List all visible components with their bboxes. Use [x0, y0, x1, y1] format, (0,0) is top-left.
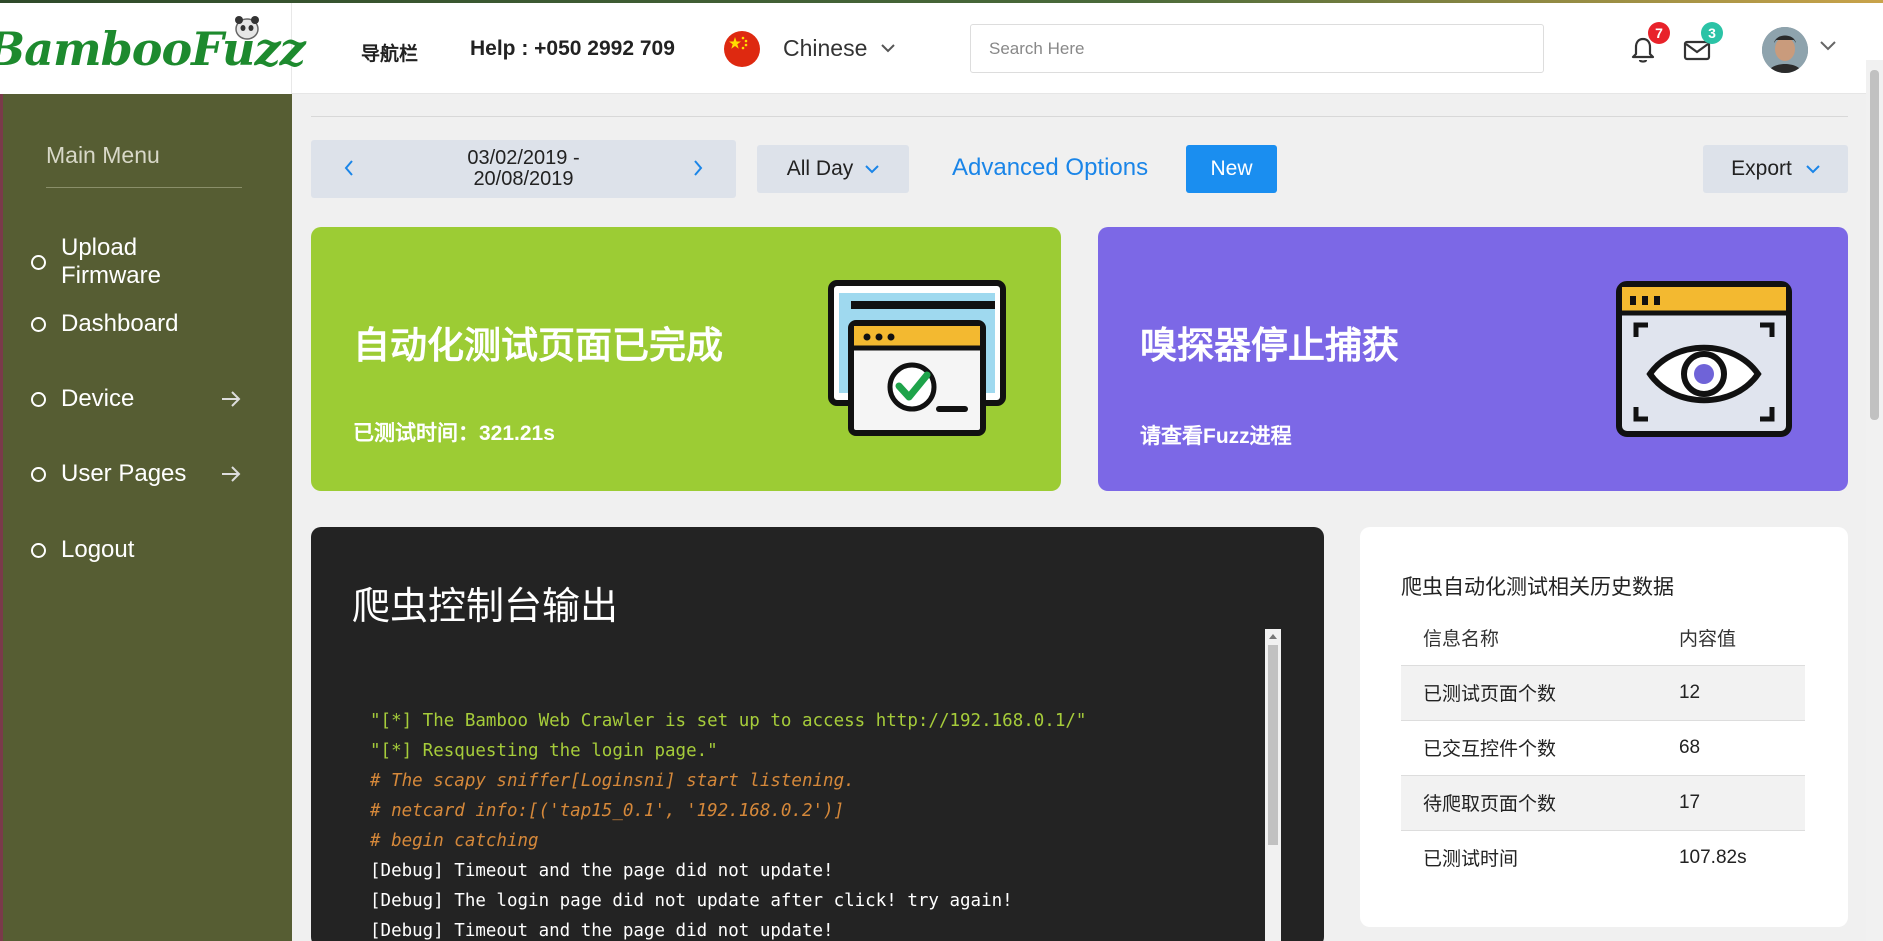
- card-subtitle: 请查看Fuzz进程: [1140, 425, 1292, 448]
- content-divider: [311, 116, 1848, 117]
- sidebar-item-label: Device: [61, 385, 135, 412]
- date-range-text: 03/02/2019 - 20/08/2019: [311, 148, 736, 190]
- console-scrollbar[interactable]: [1265, 629, 1281, 941]
- arrow-right-icon: [222, 391, 241, 407]
- date-range-end: 20/08/2019: [473, 168, 574, 190]
- console-line: # netcard info:[('tap15_0.1', '192.168.0…: [370, 801, 845, 821]
- notifications-button[interactable]: 7: [1630, 22, 1670, 66]
- avatar[interactable]: [1762, 27, 1808, 73]
- scroll-up-icon[interactable]: [1269, 634, 1277, 639]
- menu-title: Main Menu: [46, 142, 160, 168]
- table-cell: 12: [1656, 665, 1805, 721]
- monitor-check-icon: [828, 280, 1006, 436]
- circle-bullet-icon: [31, 254, 46, 270]
- console-scroll-thumb[interactable]: [1268, 645, 1278, 845]
- history-panel: 爬虫自动化测试相关历史数据 信息名称 内容值 已测试页面个数 12 已交互控件个…: [1360, 527, 1848, 927]
- language-label: Chinese: [783, 35, 868, 61]
- table-cell: 已交互控件个数: [1401, 720, 1657, 776]
- column-header: 信息名称: [1401, 611, 1657, 666]
- history-table: 信息名称 内容值 已测试页面个数 12 已交互控件个数 68 待爬取页面个数 1…: [1401, 611, 1805, 885]
- table-header-row: 信息名称 内容值: [1401, 611, 1805, 666]
- page-scroll-thumb[interactable]: [1870, 70, 1879, 420]
- chevron-down-icon: [1806, 164, 1820, 173]
- test-complete-card[interactable]: 自动化测试页面已完成 已测试时间：321.21s: [311, 227, 1061, 491]
- notifications-badge: 7: [1648, 22, 1670, 44]
- chevron-right-icon[interactable]: [693, 160, 703, 176]
- eye-window-icon: [1616, 281, 1792, 437]
- table-row: 已交互控件个数 68: [1401, 720, 1805, 776]
- circle-bullet-icon: [31, 391, 46, 407]
- console-title: 爬虫控制台输出: [352, 586, 619, 628]
- sidebar: Main Menu Upload Firmware Dashboard Devi…: [0, 94, 292, 941]
- china-flag-icon[interactable]: [724, 31, 760, 67]
- sidebar-item-label: User Pages: [61, 460, 187, 487]
- circle-bullet-icon: [31, 466, 46, 482]
- card-title: 自动化测试页面已完成: [353, 325, 723, 366]
- card-title: 嗅探器停止捕获: [1140, 325, 1399, 366]
- sidebar-item-logout[interactable]: Logout: [31, 536, 241, 564]
- period-dropdown[interactable]: All Day: [757, 145, 909, 193]
- sidebar-item-upload-firmware[interactable]: Upload Firmware: [31, 234, 241, 290]
- panda-icon: [235, 16, 259, 40]
- menu-divider: [46, 187, 242, 188]
- sidebar-item-dashboard[interactable]: Dashboard: [31, 310, 241, 338]
- export-label: Export: [1731, 157, 1792, 180]
- page-scrollbar[interactable]: [1866, 60, 1883, 941]
- language-selector[interactable]: Chinese: [783, 35, 896, 62]
- card-subtitle: 已测试时间：321.21s: [353, 422, 555, 445]
- console-line: # The scapy sniffer[Loginsni] start list…: [370, 771, 855, 791]
- sidebar-item-label: Upload Firmware: [61, 234, 161, 289]
- console-line: [Debug] Timeout and the page did not upd…: [370, 861, 834, 881]
- messages-button[interactable]: 3: [1683, 22, 1723, 66]
- advanced-options-link[interactable]: Advanced Options: [952, 154, 1148, 182]
- table-cell: 107.82s: [1678, 846, 1747, 868]
- sidebar-item-device[interactable]: Device: [31, 385, 241, 413]
- table-row: 已测试时间 107.82s: [1401, 830, 1805, 885]
- top-header: BambooFuzz 导航栏 Help : +050 2992 709 Chin…: [0, 3, 1883, 94]
- table-cell: 17: [1656, 775, 1805, 831]
- date-range-start: 03/02/2019 -: [467, 147, 580, 169]
- console-line: # begin catching: [370, 831, 539, 851]
- chevron-down-icon: [865, 164, 879, 173]
- console-line: [Debug] The login page did not update af…: [370, 891, 1013, 911]
- search-input[interactable]: [970, 24, 1544, 73]
- help-phone: Help : +050 2992 709: [470, 37, 675, 60]
- circle-bullet-icon: [31, 542, 46, 558]
- table-row: 已测试页面个数 12: [1401, 665, 1805, 721]
- new-button[interactable]: New: [1186, 145, 1277, 193]
- sidebar-item-user-pages[interactable]: User Pages: [31, 460, 241, 488]
- sidebar-item-label: Dashboard: [61, 310, 179, 337]
- logo[interactable]: BambooFuzz: [0, 3, 306, 94]
- circle-bullet-icon: [31, 316, 46, 332]
- chevron-down-icon: [881, 44, 896, 53]
- date-range-picker[interactable]: 03/02/2019 - 20/08/2019: [311, 140, 736, 198]
- period-label: All Day: [786, 157, 854, 180]
- table-cell: 已测试页面个数: [1401, 665, 1657, 721]
- export-dropdown[interactable]: Export: [1703, 145, 1848, 193]
- messages-badge: 3: [1701, 22, 1723, 44]
- sidebar-item-label: Logout: [61, 536, 135, 563]
- table-row: 待爬取页面个数 17: [1401, 775, 1805, 831]
- sniffer-stopped-card[interactable]: 嗅探器停止捕获 请查看Fuzz进程: [1098, 227, 1848, 491]
- table-cell: 68: [1656, 720, 1805, 776]
- history-title: 爬虫自动化测试相关历史数据: [1401, 576, 1674, 599]
- nav-label: 导航栏: [361, 44, 419, 65]
- console-line: "[*] Resquesting the login page.": [370, 741, 718, 761]
- arrow-right-icon: [222, 466, 241, 482]
- table-cell: 待爬取页面个数: [1401, 775, 1657, 831]
- console-output[interactable]: "[*] The Bamboo Web Crawler is set up to…: [370, 706, 1250, 941]
- console-line: [Debug] Timeout and the page did not upd…: [370, 921, 834, 941]
- chevron-down-icon[interactable]: [1820, 41, 1836, 51]
- console-line: "[*] The Bamboo Web Crawler is set up to…: [370, 711, 1087, 731]
- table-cell: 已测试时间: [1423, 849, 1519, 871]
- column-header: 内容值: [1656, 611, 1805, 666]
